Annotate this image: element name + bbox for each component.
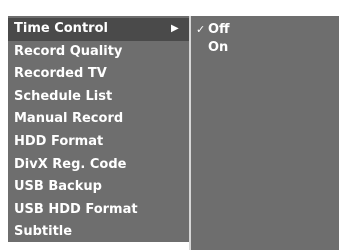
menu-item-manual-record[interactable]: Manual Record bbox=[8, 108, 189, 131]
menu-item-hdd-format[interactable]: HDD Format bbox=[8, 131, 189, 154]
menu-item-usb-backup[interactable]: USB Backup bbox=[8, 176, 189, 199]
menu-item-record-quality[interactable]: Record Quality bbox=[8, 41, 189, 64]
menu-item-label: DivX Reg. Code bbox=[14, 156, 127, 172]
menu-item-label: Subtitle bbox=[14, 224, 73, 240]
menu-item-label: Record Quality bbox=[14, 43, 123, 59]
menu-item-divx-reg-code[interactable]: DivX Reg. Code bbox=[8, 154, 189, 177]
checkmark-icon: ✓ bbox=[196, 23, 206, 36]
menu-item-schedule-list[interactable]: Schedule List bbox=[8, 86, 189, 109]
menu-item-label: USB Backup bbox=[14, 179, 102, 195]
menu-item-label: Manual Record bbox=[14, 111, 124, 127]
submenu-arrow-icon: ▶ bbox=[171, 23, 179, 34]
submenu-panel: ✓ Off On bbox=[191, 16, 339, 250]
menu-item-time-control[interactable]: Time Control ▶ bbox=[8, 18, 189, 41]
menu-item-label: Time Control bbox=[14, 21, 108, 36]
menu-item-subtitle[interactable]: Subtitle bbox=[8, 221, 189, 244]
menu-item-usb-hdd-format[interactable]: USB HDD Format bbox=[8, 199, 189, 222]
menu-item-label: Schedule List bbox=[14, 88, 113, 104]
option-label: On bbox=[208, 40, 229, 55]
osd-screen: Time Control ▶ Record Quality Recorded T… bbox=[0, 0, 339, 250]
menu-item-label: HDD Format bbox=[14, 134, 104, 149]
menu-item-recorded-tv[interactable]: Recorded TV bbox=[8, 63, 189, 86]
option-label: Off bbox=[208, 22, 230, 37]
menu-item-label: Recorded TV bbox=[14, 66, 107, 82]
menu-item-label: USB HDD Format bbox=[14, 201, 138, 217]
main-menu-panel: Time Control ▶ Record Quality Recorded T… bbox=[8, 16, 189, 242]
